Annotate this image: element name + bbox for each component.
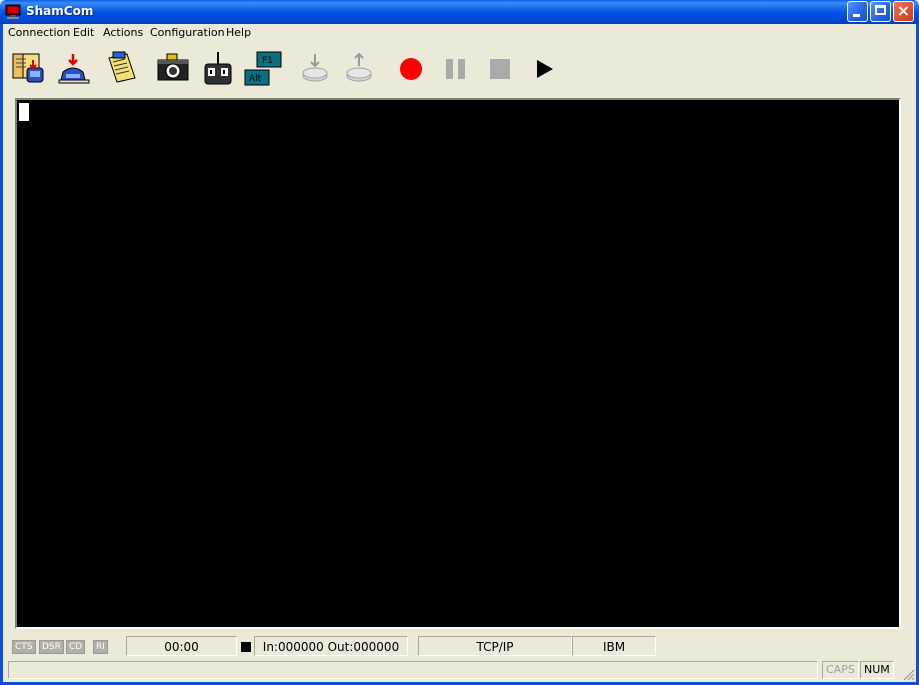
record-button[interactable] [391,48,431,88]
minimize-button[interactable] [847,1,868,22]
protocol-panel: TCP/IP [418,636,572,656]
terminal-screen[interactable] [15,98,901,629]
stop-icon [490,59,510,79]
camera-icon [157,53,189,81]
connect-phone-icon [58,54,90,84]
title-bar[interactable]: ShamCom × [0,0,919,24]
download-icon [302,54,328,82]
f1-key-label: F1 [262,56,273,66]
upload-button[interactable] [339,48,379,88]
phonebook-icon [12,53,44,83]
pause-icon [446,59,465,79]
emulation-panel: IBM [572,636,656,656]
cts-indicator: CTS [12,640,36,654]
caps-lock-indicator: CAPS [822,661,859,679]
menu-edit[interactable]: Edit [68,26,99,40]
menu-connection[interactable]: Connection [3,26,75,40]
status-message-panel [8,661,818,679]
close-button[interactable]: × [893,1,914,22]
cd-indicator: CD [66,640,86,654]
terminal-cursor [19,103,29,121]
upload-icon [346,52,372,82]
phonebook-button[interactable] [9,48,49,88]
num-lock-indicator: NUM [860,661,894,679]
maximize-button[interactable] [870,1,891,22]
record-icon [400,58,422,80]
toolbar: F1 Alt [3,44,916,94]
resize-grip-icon[interactable] [903,669,915,681]
window-frame-left [0,24,3,685]
ri-indicator: RI [93,640,108,654]
script-icon [108,51,136,83]
activity-led [241,642,251,652]
dsr-indicator: DSR [39,640,64,654]
byte-counter-panel: In:000000 Out:000000 [254,636,408,656]
stop-button[interactable] [480,48,520,88]
play-icon [537,60,553,78]
serial-port-icon [204,52,232,85]
menu-configuration[interactable]: Configuration [145,26,230,40]
app-icon[interactable] [5,4,21,19]
serial-port-button[interactable] [199,48,239,88]
minimize-icon [853,14,860,17]
alt-key-label: Alt [249,74,262,84]
screenshot-button[interactable] [153,48,193,88]
menu-help[interactable]: Help [221,26,256,40]
download-button[interactable] [295,48,335,88]
timer-panel: 00:00 [126,636,237,656]
pause-button[interactable] [436,48,476,88]
connect-phone-button[interactable] [55,48,95,88]
function-keys-button[interactable]: F1 Alt [243,48,283,88]
close-icon: × [896,1,911,20]
menu-actions[interactable]: Actions [98,26,148,40]
maximize-icon [875,5,886,15]
window-title: ShamCom [26,4,94,18]
script-button[interactable] [103,48,143,88]
play-button[interactable] [524,48,564,88]
function-keys-icon: F1 Alt [244,51,282,86]
menu-bar: Connection Edit Actions Configuration He… [3,24,916,43]
